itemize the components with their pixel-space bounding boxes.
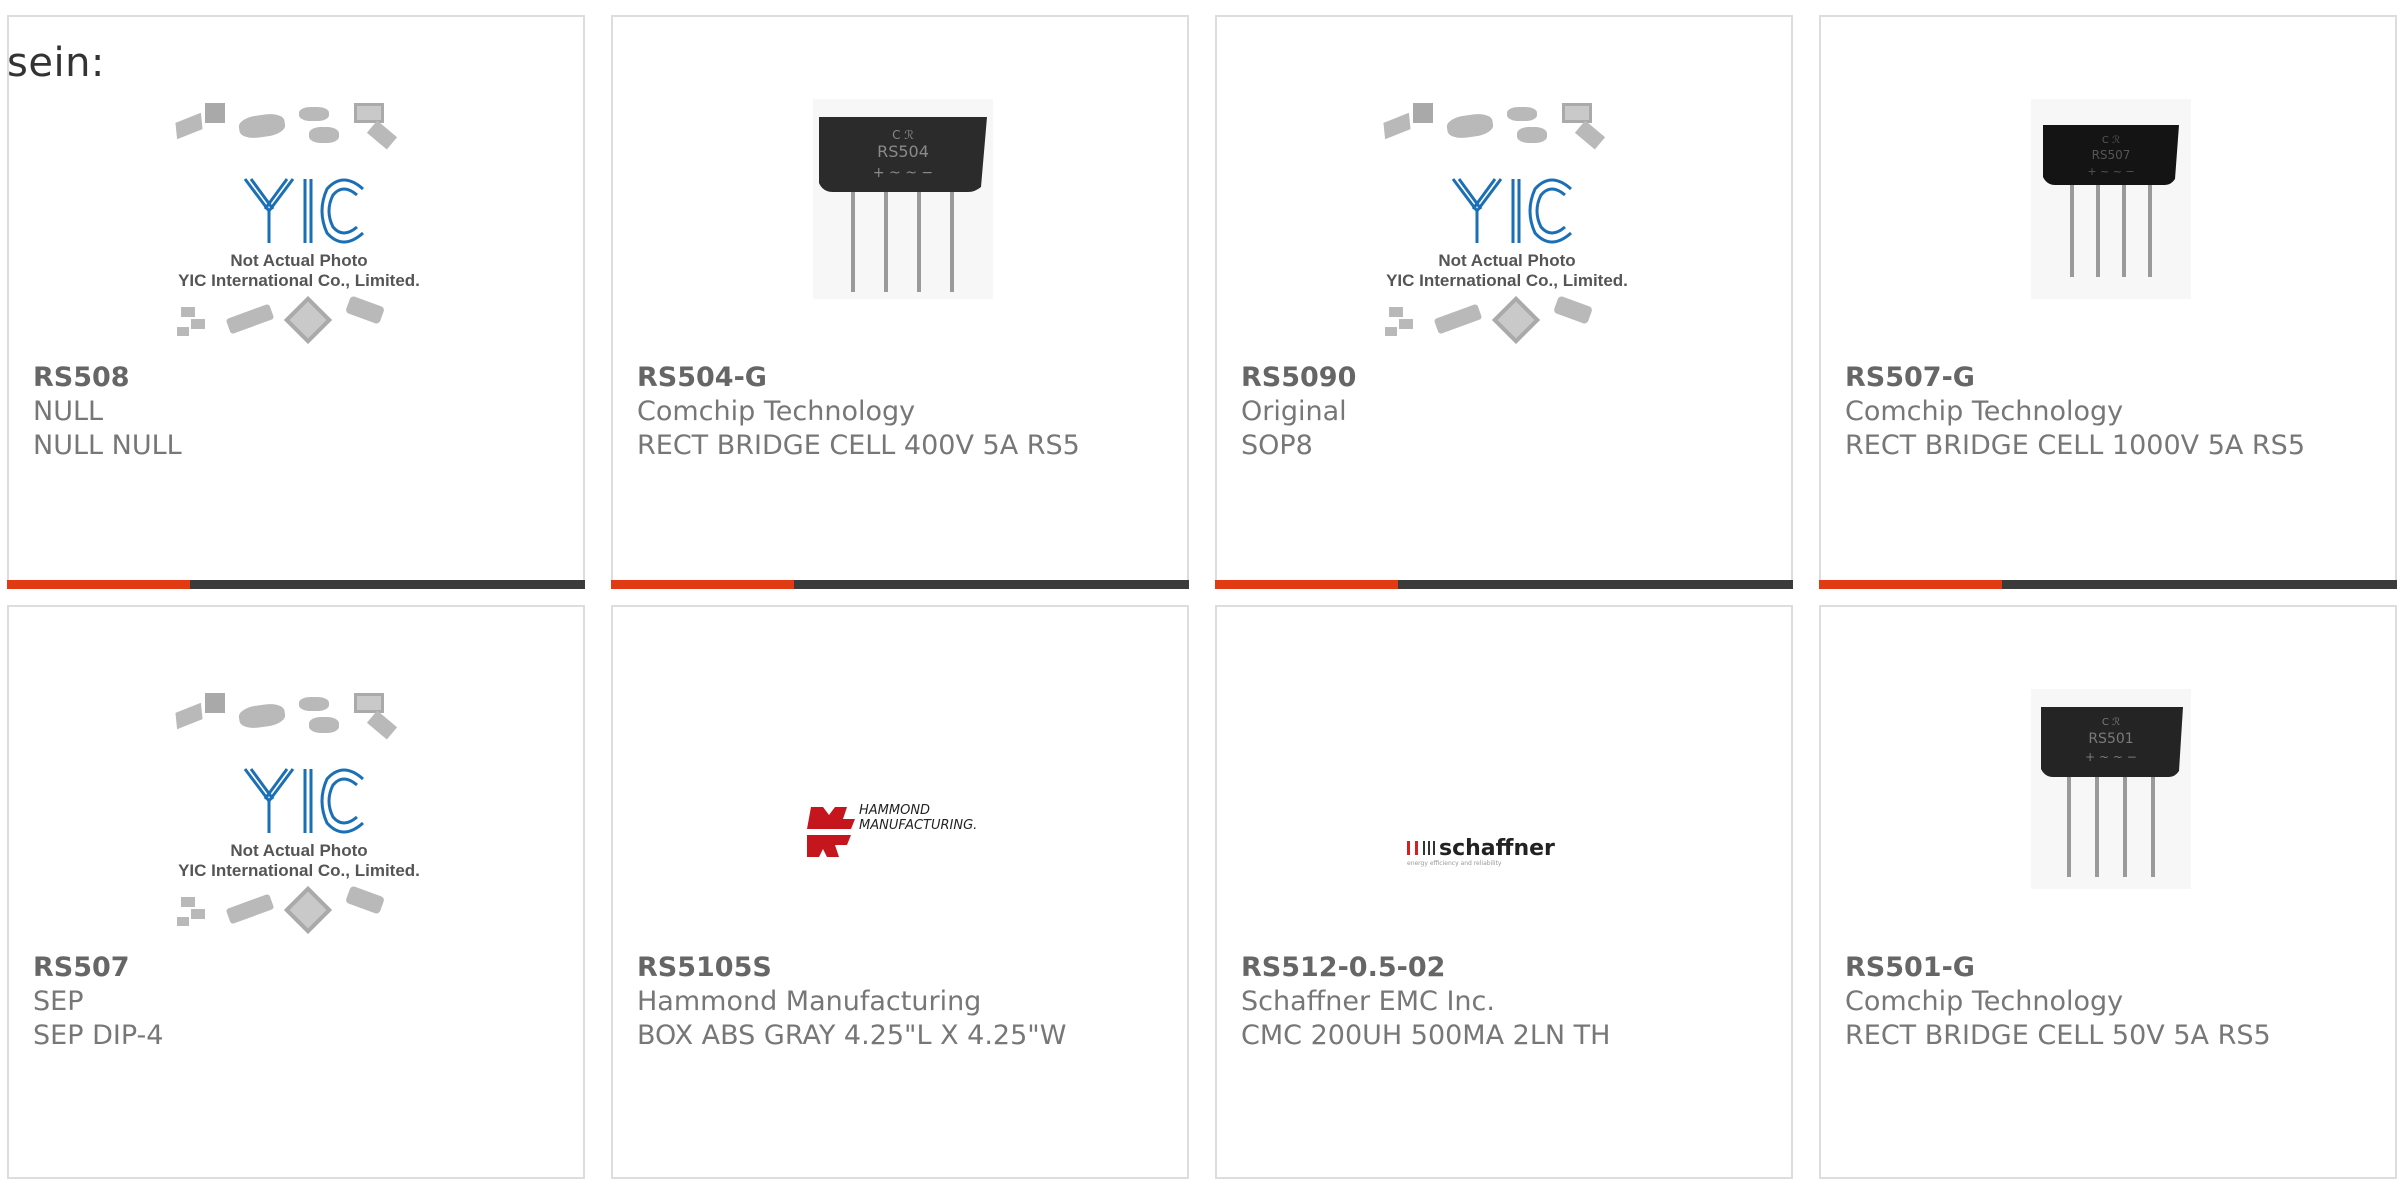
part-number[interactable]: RS5090: [1241, 361, 1771, 395]
svg-text:+ ~ ~ −: + ~ ~ −: [2087, 165, 2134, 178]
placeholder-caption: Not Actual Photo: [1438, 251, 1576, 270]
manufacturer: Schaffner EMC Inc.: [1241, 986, 1495, 1017]
placeholder-company: YIC International Co., Limited.: [178, 271, 420, 290]
placeholder-company: YIC International Co., Limited.: [1386, 271, 1628, 290]
product-card[interactable]: Not Actual Photo YIC International Co., …: [1215, 15, 1793, 589]
yic-logo-icon: [1451, 178, 1573, 244]
section-heading: sein:: [7, 40, 105, 86]
description: CMC 200UH 500MA 2LN TH: [1241, 1020, 1611, 1051]
part-number[interactable]: RS5105S: [637, 951, 1167, 985]
bridge-rectifier-photo: C ℛ RS501 + ~ ~ −: [1971, 687, 2251, 967]
description: NULL NULL: [33, 430, 182, 461]
part-number[interactable]: RS504-G: [637, 361, 1167, 395]
part-number[interactable]: RS507-G: [1845, 361, 2375, 395]
hammond-logo: HAMMOND MANUFACTURING.: [763, 687, 1043, 967]
yic-placeholder-image: Not Actual Photo YIC International Co., …: [159, 97, 439, 377]
part-number[interactable]: RS507: [33, 951, 563, 985]
manufacturer: Original: [1241, 396, 1347, 427]
svg-text:schaffner: schaffner: [1439, 836, 1555, 861]
product-card[interactable]: C ℛ RS501 + ~ ~ − RS501-G Comchip Techno…: [1819, 605, 2397, 1179]
manufacturer: Comchip Technology: [1845, 396, 2124, 427]
svg-text:RS507: RS507: [2092, 148, 2131, 162]
description: RECT BRIDGE CELL 400V 5A RS5: [637, 430, 1080, 461]
bridge-rectifier-photo: C ℛ RS504 + ~ ~ −: [763, 97, 1043, 377]
part-number[interactable]: RS501-G: [1845, 951, 2375, 985]
schaffner-logo: schaffner energy efficiency and reliabil…: [1367, 687, 1647, 967]
svg-text:HAMMOND: HAMMOND: [859, 803, 930, 818]
card-bottom-bar: [1819, 580, 2397, 589]
product-card[interactable]: C ℛ RS507 + ~ ~ − RS507-G Comchip Techno…: [1819, 15, 2397, 589]
card-bottom-bar: [1215, 580, 1793, 589]
product-card[interactable]: Not Actual Photo YIC International Co., …: [7, 15, 585, 589]
part-number[interactable]: RS508: [33, 361, 563, 395]
svg-text:+ ~ ~ −: + ~ ~ −: [873, 165, 933, 181]
card-bottom-bar: [611, 580, 1189, 589]
yic-placeholder-image: Not Actual Photo YIC International Co., …: [1367, 97, 1647, 377]
svg-text:MANUFACTURING.: MANUFACTURING.: [859, 818, 977, 833]
bridge-rectifier-photo: C ℛ RS507 + ~ ~ −: [1971, 97, 2251, 377]
description: SOP8: [1241, 430, 1313, 461]
manufacturer: Comchip Technology: [637, 396, 916, 427]
description: RECT BRIDGE CELL 50V 5A RS5: [1845, 1020, 2271, 1051]
placeholder-company: YIC International Co., Limited.: [178, 861, 420, 880]
description: SEP DIP-4: [33, 1020, 164, 1051]
svg-text:energy efficiency and reliabil: energy efficiency and reliability: [1407, 860, 1502, 867]
product-card[interactable]: HAMMOND MANUFACTURING. RS5105S Hammond M…: [611, 605, 1189, 1179]
manufacturer: Comchip Technology: [1845, 986, 2124, 1017]
yic-placeholder-image: Not Actual Photo YIC International Co., …: [159, 687, 439, 967]
svg-text:+ ~ ~ −: + ~ ~ −: [2085, 750, 2137, 764]
manufacturer: SEP: [33, 986, 84, 1017]
svg-text:C ℛ: C ℛ: [2102, 717, 2120, 728]
yic-logo-icon: [243, 768, 365, 834]
part-number[interactable]: RS512-0.5-02: [1241, 951, 1771, 985]
product-card[interactable]: Not Actual Photo YIC International Co., …: [7, 605, 585, 1179]
description: RECT BRIDGE CELL 1000V 5A RS5: [1845, 430, 2306, 461]
svg-text:C ℛ: C ℛ: [892, 128, 914, 142]
product-card[interactable]: C ℛ RS504 + ~ ~ − RS504-G Comchip Techno…: [611, 15, 1189, 589]
svg-text:RS501: RS501: [2088, 731, 2133, 747]
manufacturer: NULL: [33, 396, 104, 427]
svg-text:RS504: RS504: [877, 142, 929, 161]
placeholder-caption: Not Actual Photo: [230, 841, 368, 860]
placeholder-caption: Not Actual Photo: [230, 251, 368, 270]
product-card[interactable]: schaffner energy efficiency and reliabil…: [1215, 605, 1793, 1179]
manufacturer: Hammond Manufacturing: [637, 986, 982, 1017]
card-bottom-bar: [7, 580, 585, 589]
yic-logo-icon: [243, 178, 365, 244]
svg-text:C ℛ: C ℛ: [2102, 135, 2120, 146]
description: BOX ABS GRAY 4.25"L X 4.25"W: [637, 1020, 1067, 1051]
